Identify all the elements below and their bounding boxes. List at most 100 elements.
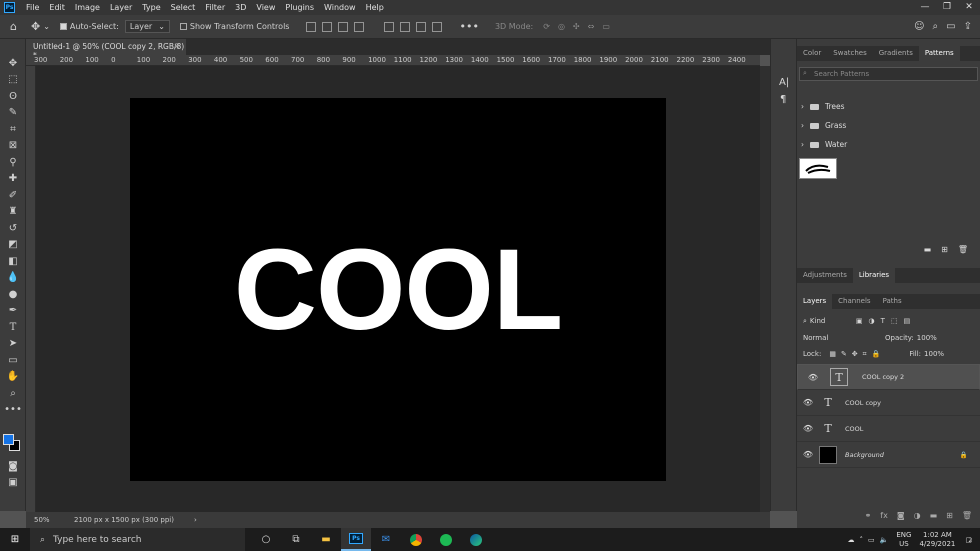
brush-tool-icon[interactable]: ✐	[0, 187, 26, 204]
align-middle-icon[interactable]	[400, 21, 411, 32]
type-tool-icon[interactable]: T	[0, 319, 26, 336]
menu-window[interactable]: Window	[319, 3, 361, 12]
volume-icon[interactable]: 🔈	[880, 536, 889, 544]
rectangle-tool-icon[interactable]: ▭	[0, 352, 26, 369]
delete-icon[interactable]: 🗑	[962, 511, 972, 525]
user-icon[interactable]: ☺	[914, 21, 924, 32]
menu-edit[interactable]: Edit	[44, 3, 70, 12]
dodge-tool-icon[interactable]: ●	[0, 286, 26, 303]
menu-select[interactable]: Select	[166, 3, 201, 12]
filter-adjustment-icon[interactable]: ◑	[869, 317, 875, 325]
new-pattern-icon[interactable]: ⊞	[941, 245, 948, 257]
filter-smart-icon[interactable]: ▤	[904, 317, 911, 325]
tab-channels[interactable]: Channels	[832, 294, 876, 309]
mail-icon[interactable]: ✉	[371, 528, 401, 551]
spotify-icon[interactable]	[431, 528, 461, 551]
auto-select-checkbox[interactable]: Auto-Select:	[59, 22, 119, 31]
pattern-thumbnail[interactable]	[799, 158, 837, 179]
paragraph-panel-icon[interactable]: ¶	[780, 94, 796, 105]
workspace-icon[interactable]: ▭	[946, 21, 955, 32]
share-icon[interactable]: ⇪	[964, 21, 972, 32]
crop-tool-icon[interactable]: ⌗	[0, 121, 26, 138]
network-icon[interactable]: ▭	[868, 536, 875, 544]
distribute-icon[interactable]	[354, 21, 365, 32]
align-top-icon[interactable]	[384, 21, 395, 32]
visibility-eye-icon[interactable]: 👁	[797, 424, 819, 433]
delete-icon[interactable]: 🗑	[958, 245, 968, 257]
cortana-icon[interactable]: ○	[251, 528, 281, 551]
auto-select-dropdown[interactable]: Layer ⌄	[124, 20, 170, 33]
visibility-eye-icon[interactable]: 👁	[797, 398, 819, 407]
move-tool-icon[interactable]: ✥	[0, 55, 26, 72]
layer-row[interactable]: 👁 T COOL copy	[797, 390, 980, 416]
layer-name[interactable]: COOL copy 2	[862, 373, 904, 381]
menu-type[interactable]: Type	[137, 3, 165, 12]
eyedropper-tool-icon[interactable]: ⚲	[0, 154, 26, 171]
menu-image[interactable]: Image	[70, 3, 105, 12]
character-panel-icon[interactable]: A|	[779, 77, 796, 88]
menu-filter[interactable]: Filter	[200, 3, 230, 12]
layer-name[interactable]: Background	[845, 451, 884, 459]
edge-icon[interactable]	[461, 528, 491, 551]
language-indicator[interactable]: ENG US	[896, 531, 911, 549]
photoshop-logo[interactable]: Ps	[4, 2, 15, 13]
search-patterns-input[interactable]: ⌕ Search Patterns	[799, 67, 978, 81]
document-canvas[interactable]: COOL	[130, 98, 666, 481]
taskbar-search[interactable]: ⌕ Type here to search	[30, 528, 245, 551]
menu-layer[interactable]: Layer	[105, 3, 137, 12]
visibility-eye-icon[interactable]: 👁	[802, 373, 824, 382]
tab-gradients[interactable]: Gradients	[873, 46, 919, 61]
visibility-eye-icon[interactable]: 👁	[797, 450, 819, 459]
menu-3d[interactable]: 3D	[230, 3, 251, 12]
tab-adjustments[interactable]: Adjustments	[797, 268, 853, 283]
tab-color[interactable]: Color	[797, 46, 827, 61]
align-bottom-icon[interactable]	[416, 21, 427, 32]
3d-orbit-icon[interactable]: ⟳	[543, 22, 550, 31]
layer-row[interactable]: 👁 Background 🔒	[797, 442, 980, 468]
more-options-icon[interactable]: •••	[459, 20, 478, 33]
align-left-icon[interactable]	[306, 21, 317, 32]
align-right-icon[interactable]	[338, 21, 349, 32]
hand-tool-icon[interactable]: ✋	[0, 369, 26, 386]
move-tool-icon[interactable]: ✥	[31, 20, 40, 33]
kind-filter[interactable]: Kind	[810, 317, 856, 325]
photoshop-taskbar-icon[interactable]: Ps	[341, 528, 371, 551]
frame-tool-icon[interactable]: ⊠	[0, 138, 26, 155]
canvas-text[interactable]: COOL	[130, 98, 666, 481]
eraser-tool-icon[interactable]: ◩	[0, 237, 26, 254]
show-transform-checkbox[interactable]: Show Transform Controls	[179, 22, 289, 31]
gradient-tool-icon[interactable]: ◧	[0, 253, 26, 270]
menu-file[interactable]: File	[21, 3, 44, 12]
menu-view[interactable]: View	[251, 3, 280, 12]
path-select-icon[interactable]: ➤	[0, 336, 26, 353]
filter-shape-icon[interactable]: ⬚	[891, 317, 898, 325]
layer-name[interactable]: COOL	[845, 425, 863, 433]
tab-layers[interactable]: Layers	[797, 294, 833, 309]
mask-icon[interactable]: ◙	[897, 511, 905, 525]
file-explorer-icon[interactable]: ▬	[311, 528, 341, 551]
distribute-vertical-icon[interactable]	[432, 21, 443, 32]
lock-icon[interactable]: 🔒	[960, 451, 968, 459]
quick-mask-icon[interactable]: ◙	[0, 458, 26, 475]
vertical-scrollbar[interactable]	[760, 66, 770, 512]
new-layer-icon[interactable]: ⊞	[946, 511, 953, 525]
menu-plugins[interactable]: Plugins	[280, 3, 319, 12]
folder-trees[interactable]: › Trees	[797, 97, 980, 116]
clock[interactable]: 1:02 AM 4/29/2021	[919, 531, 955, 549]
screen-mode-icon[interactable]: ▣	[0, 475, 26, 492]
close-tab-icon[interactable]: ✕	[174, 42, 180, 51]
menu-help[interactable]: Help	[361, 3, 389, 12]
maximize-icon[interactable]: ❐	[936, 0, 958, 15]
healing-brush-icon[interactable]: ✚	[0, 171, 26, 188]
close-icon[interactable]: ✕	[958, 0, 980, 15]
folder-grass[interactable]: › Grass	[797, 116, 980, 135]
zoom-tool-icon[interactable]: ⌕	[0, 385, 26, 402]
group-icon[interactable]: ▬	[930, 511, 938, 525]
home-icon[interactable]: ⌂	[10, 20, 17, 33]
notification-icon[interactable]: ▢ 2	[965, 536, 972, 544]
filter-pixel-icon[interactable]: ▣	[856, 317, 863, 325]
3d-pan-icon[interactable]: ✣	[573, 22, 580, 31]
chevron-up-icon[interactable]: ˄	[860, 536, 864, 544]
tab-swatches[interactable]: Swatches	[827, 46, 872, 61]
foreground-color-swatch[interactable]	[3, 434, 14, 445]
